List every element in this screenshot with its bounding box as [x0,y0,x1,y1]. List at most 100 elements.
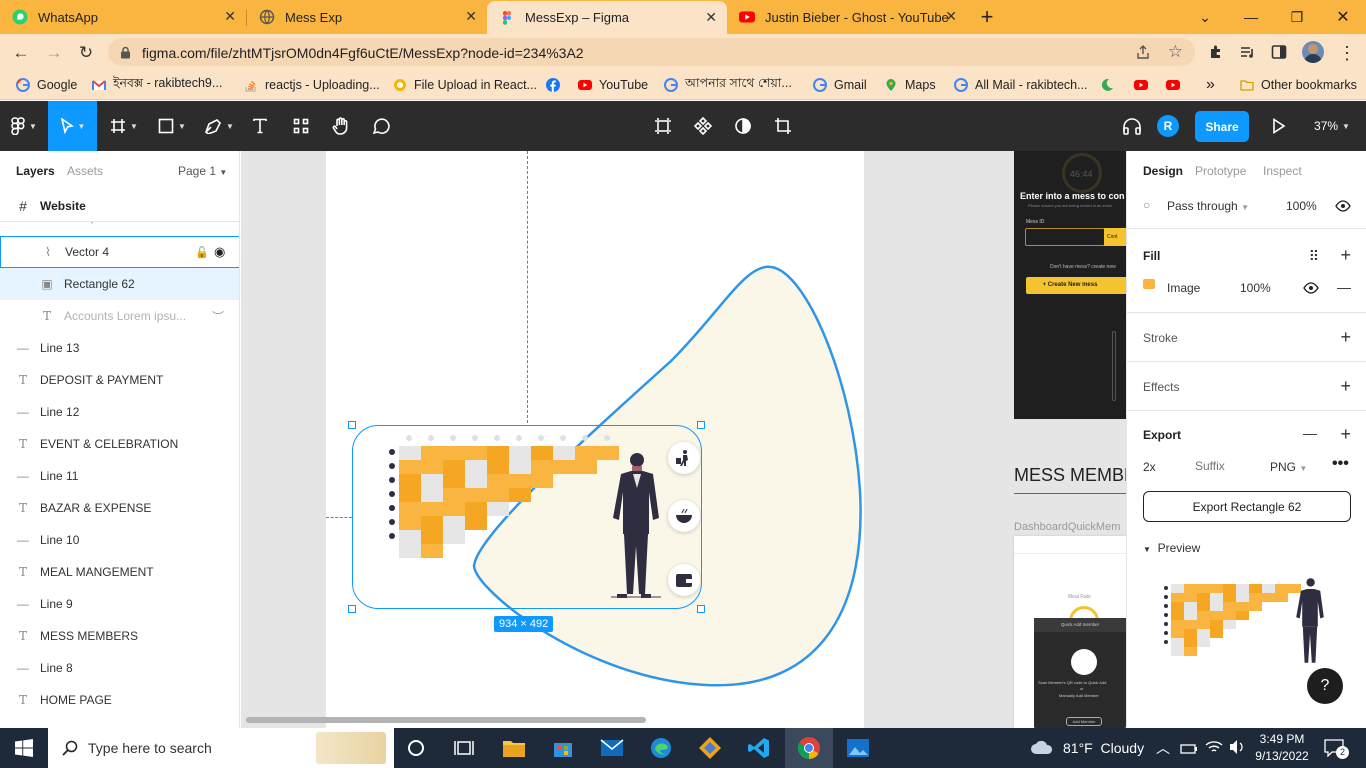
tab-layers[interactable]: Layers [16,164,55,178]
network-icon[interactable] [1180,741,1198,755]
tab-close-icon[interactable]: ✕ [224,8,236,25]
close-window-button[interactable]: ✕ [1320,0,1366,34]
add-export-icon[interactable]: + [1340,425,1351,443]
pen-tool[interactable]: ▼ [198,101,240,151]
tab-inspect[interactable]: Inspect [1263,164,1302,178]
tab-prototype[interactable]: Prototype [1195,164,1246,178]
media-control-icon[interactable] [1239,44,1255,60]
other-bookmarks[interactable]: Other bookmarks [1240,75,1357,95]
bookmark-youtube-3[interactable] [1166,75,1187,95]
horizontal-scrollbar[interactable] [246,717,646,723]
tab-youtube[interactable]: Justin Bieber - Ghost - YouTube ✕ [727,0,967,34]
resize-handle-top-left[interactable] [348,421,356,429]
eye-icon[interactable]: ◉ [214,244,225,260]
add-effect-icon[interactable]: + [1340,377,1351,395]
tab-close-icon[interactable]: ✕ [945,8,957,25]
move-tool[interactable]: ▼ [48,101,97,151]
wifi-icon[interactable] [1205,739,1223,755]
layer-row[interactable]: T MEAL MANGEMENT [0,556,239,588]
layer-row[interactable]: — Line 8 [0,652,239,684]
tab-whatsapp[interactable]: WhatsApp ✕ [0,0,247,34]
store-button[interactable] [539,728,587,768]
reload-icon[interactable]: ↻ [73,40,99,66]
tab-assets[interactable]: Assets [67,164,103,178]
layer-row[interactable]: — Line 13 [0,332,239,364]
more-options-icon[interactable]: ••• [1332,455,1349,473]
resources-tool[interactable] [286,101,316,151]
side-panel-icon[interactable] [1271,44,1287,60]
layer-root-frame[interactable]: # Website [0,191,239,221]
profile-avatar[interactable] [1302,41,1324,63]
bookmark-file-upload[interactable]: File Upload in React... [393,75,537,95]
bookmark-star-icon[interactable]: ☆ [1168,42,1183,62]
crop-button[interactable] [768,101,798,151]
bookmark-youtube-2[interactable] [1134,75,1155,95]
export-suffix-input[interactable] [1195,455,1255,477]
main-menu-button[interactable]: ▼ [0,101,48,151]
tab-search-chevron-icon[interactable]: ⌄ [1182,0,1228,34]
bookmark-shared[interactable]: আপনার সাথে শেয়া... [664,75,792,95]
bookmark-inbox[interactable]: ইনবক্স - rakibtech9... [92,75,222,95]
weather-text[interactable]: 81°F Cloudy [1063,740,1144,756]
eye-icon[interactable] [1335,200,1351,212]
frame-tool[interactable]: ▼ [104,101,144,151]
layer-row[interactable]: T MESS MEMBERS [0,620,239,652]
members-mockup-frame[interactable]: Meal Rate Quick Add member Scan Member's… [1014,536,1126,728]
export-button[interactable]: Export Rectangle 62 [1143,491,1351,522]
chrome-menu-icon[interactable]: ⋮ [1334,40,1360,66]
shape-tool[interactable]: ▼ [152,101,192,151]
back-icon[interactable]: ← [8,40,34,66]
audio-button[interactable] [1117,101,1147,151]
image-fill-thumbnail[interactable] [1143,279,1155,289]
bookmark-facebook[interactable] [546,75,567,95]
canvas[interactable]: 934 × 492 46:44 Enter into a mess to con… [241,151,1126,728]
address-bar[interactable]: figma.com/file/zhtMTjsrOM0dn4Fgf6uCtE/Me… [108,38,1195,66]
preview-toggle[interactable]: ▼ Preview [1143,541,1200,555]
export-format-dropdown[interactable]: PNG ▼ [1270,460,1307,474]
bookmark-all-mail[interactable]: All Mail - rakibtech... [954,75,1088,95]
cortana-button[interactable] [392,728,440,768]
layer-row[interactable]: — Line 12 [0,396,239,428]
fill-opacity[interactable]: 100% [1240,281,1271,295]
eye-icon[interactable] [1303,282,1319,294]
bookmark-gmail[interactable]: Gmail [813,75,867,95]
bookmarks-overflow-button[interactable]: » [1206,75,1215,95]
text-tool[interactable] [245,101,275,151]
component-button[interactable] [688,101,718,151]
minimize-button[interactable]: — [1228,0,1274,34]
layer-row[interactable]: T HOME PAGE [0,684,239,716]
volume-icon[interactable] [1228,739,1246,755]
share-page-icon[interactable] [1135,44,1151,60]
resize-handle-top-right[interactable] [697,421,705,429]
edge-button[interactable] [637,728,685,768]
auto-layout-button[interactable] [648,101,678,151]
present-button[interactable] [1266,101,1292,151]
layer-row[interactable]: T EVENT & CELEBRATION [0,428,239,460]
clock[interactable]: 3:49 PM 9/13/2022 [1254,731,1310,765]
add-stroke-icon[interactable]: + [1340,328,1351,346]
bookmark-maps[interactable]: Maps [884,75,936,95]
tab-design[interactable]: Design [1143,164,1183,178]
resize-handle-bottom-left[interactable] [348,605,356,613]
bookmark-reactjs[interactable]: reactjs - Uploading... [244,75,380,95]
layer-row[interactable]: — Line 10 [0,524,239,556]
comment-tool[interactable] [366,101,396,151]
bookmark-youtube[interactable]: YouTube [578,75,648,95]
vscode-button[interactable] [735,728,783,768]
add-fill-icon[interactable]: + [1340,246,1351,264]
page-selector[interactable]: Page 1 ▼ [178,164,227,178]
user-avatar[interactable]: R [1157,115,1179,137]
mail-button[interactable] [588,728,636,768]
layer-row[interactable]: ▣ Rectangle 62 [0,268,239,300]
mobile-mockup-frame[interactable]: 46:44 Enter into a mess to con Please en… [1014,151,1126,419]
layer-row[interactable]: T Accounts Lorem ipsu... ︶ [0,300,239,332]
forward-icon[interactable]: → [41,40,67,66]
layer-row[interactable]: T BAZAR & EXPENSE [0,492,239,524]
zoom-dropdown[interactable]: 37% ▼ [1306,101,1358,151]
styles-grid-icon[interactable]: ⠿ [1309,248,1319,265]
selected-rectangle[interactable] [352,425,702,609]
photos-button[interactable] [834,728,882,768]
eye-hidden-icon[interactable]: ︶ [212,308,224,325]
layer-row[interactable]: — Line 11 [0,460,239,492]
chrome-button[interactable] [785,728,833,768]
